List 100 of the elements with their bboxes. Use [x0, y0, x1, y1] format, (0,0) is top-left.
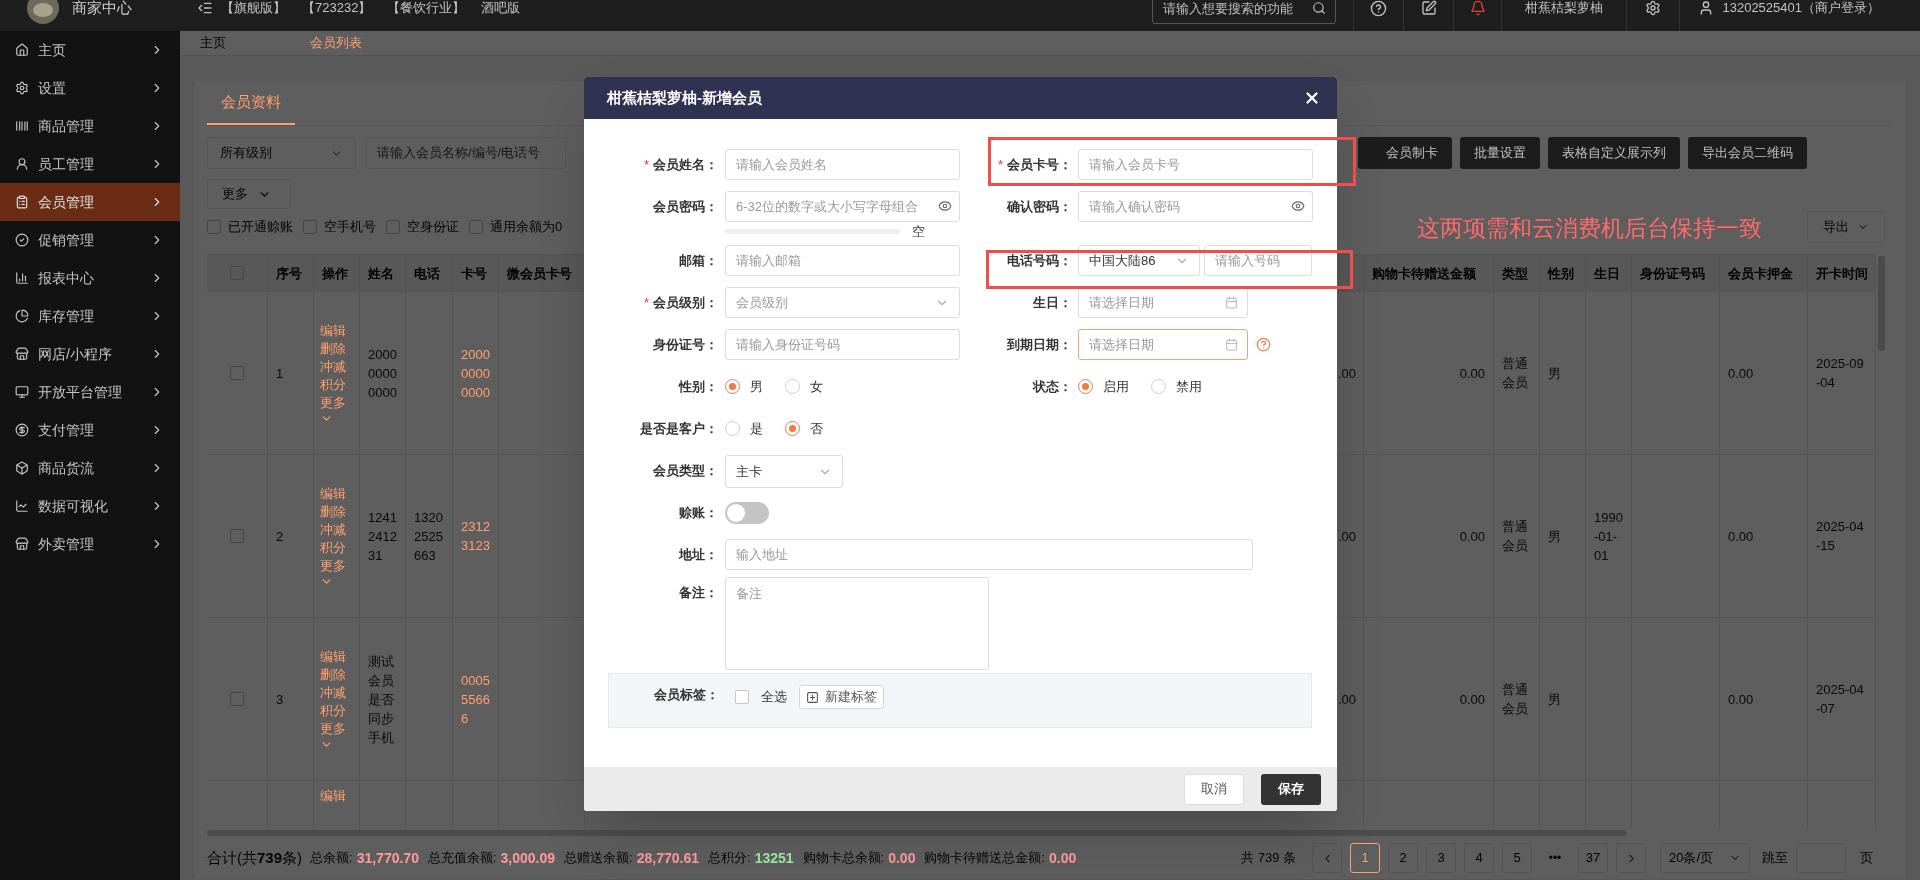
- sidebar-item[interactable]: 开放平台管理: [0, 373, 180, 411]
- eye-icon[interactable]: [938, 199, 952, 213]
- checkbox[interactable]: [386, 220, 400, 234]
- sidebar-item[interactable]: 促销管理: [0, 221, 180, 259]
- sidebar-item[interactable]: 主页: [0, 31, 180, 69]
- checkbox[interactable]: [230, 366, 244, 380]
- calendar-icon[interactable]: [1225, 338, 1238, 351]
- next-page-button[interactable]: [1616, 843, 1646, 873]
- checkbox[interactable]: [469, 220, 483, 234]
- action-link[interactable]: 编辑: [320, 787, 348, 805]
- table-cell: 0.00: [1720, 292, 1808, 454]
- breadcrumb-item[interactable]: 会员列表: [310, 33, 362, 53]
- region-select[interactable]: 中国大陆86: [1078, 245, 1200, 276]
- settings-icon[interactable]: [1645, 0, 1662, 16]
- table-cell: 0.00: [1364, 618, 1494, 780]
- search-field[interactable]: 请输入想要搜索的功能: [1152, 0, 1337, 24]
- address-field[interactable]: 输入地址: [725, 539, 1253, 570]
- save-button[interactable]: 保存: [1261, 773, 1321, 805]
- table-cell: 0.00: [1364, 455, 1494, 617]
- new-tag-button[interactable]: 新建标签: [799, 685, 884, 709]
- sidebar-item[interactable]: 商品管理: [0, 107, 180, 145]
- action-link[interactable]: 删除: [320, 502, 348, 521]
- help-icon[interactable]: [1370, 0, 1388, 17]
- action-link[interactable]: 更多: [320, 719, 348, 738]
- password-field[interactable]: 6-32位的数字或大小写字母组合: [725, 191, 960, 222]
- tab[interactable]: 会员资料: [207, 90, 295, 125]
- field-label: 邮箱：: [679, 251, 718, 270]
- sidebar-item[interactable]: 数据可视化: [0, 487, 180, 525]
- sidebar-item[interactable]: 会员管理: [0, 183, 180, 221]
- sidebar-item[interactable]: 库存管理: [0, 297, 180, 335]
- page-ellipsis[interactable]: •••: [1540, 849, 1570, 867]
- breadcrumb-item[interactable]: 主页: [200, 33, 226, 53]
- member-search-field[interactable]: 请输入会员名称/编号/电话号: [366, 137, 566, 169]
- sidebar-item[interactable]: 网店/小程序: [0, 335, 180, 373]
- page-size-select[interactable]: 20条/页: [1660, 843, 1750, 873]
- action-link[interactable]: 编辑: [320, 484, 348, 503]
- action-link[interactable]: 更多: [320, 393, 348, 412]
- action-link[interactable]: 更多: [320, 556, 348, 575]
- date-field[interactable]: 请选择日期: [1078, 287, 1248, 318]
- sidebar-item[interactable]: 报表中心: [0, 259, 180, 297]
- checkbox[interactable]: [207, 220, 221, 234]
- toolbar-button[interactable]: 表格自定义展示列: [1548, 137, 1680, 169]
- previous-page-button[interactable]: [1312, 843, 1342, 873]
- phone-field[interactable]: 请输入号码: [1204, 245, 1312, 276]
- select-field[interactable]: 主卡: [725, 455, 843, 488]
- action-link[interactable]: 编辑: [320, 647, 348, 666]
- checkbox[interactable]: [230, 692, 244, 706]
- action-link[interactable]: 删除: [320, 339, 348, 358]
- export-button[interactable]: 导出: [1807, 211, 1885, 243]
- page-number[interactable]: 5: [1502, 843, 1532, 873]
- menu-fold-icon[interactable]: [197, 0, 213, 16]
- select-field[interactable]: 会员级别: [725, 287, 960, 318]
- password-field[interactable]: 请输入确认密码: [1078, 191, 1313, 222]
- cancel-button[interactable]: 取消: [1184, 773, 1244, 805]
- action-link[interactable]: 冲减积分: [320, 357, 348, 394]
- page-number[interactable]: 1: [1350, 843, 1380, 873]
- user-account[interactable]: 13202525401（商户登录）: [1722, 0, 1880, 18]
- toggle-switch[interactable]: [725, 501, 769, 524]
- search-icon[interactable]: [1312, 1, 1327, 15]
- calendar-icon[interactable]: [1225, 296, 1238, 309]
- page-number[interactable]: 4: [1464, 843, 1494, 873]
- page-number[interactable]: 37: [1578, 843, 1608, 873]
- action-link[interactable]: 冲减积分: [320, 520, 348, 557]
- sidebar-item[interactable]: 设置: [0, 69, 180, 107]
- store-name[interactable]: 柑蕉桔梨萝柚: [1525, 0, 1604, 18]
- checkbox[interactable]: [303, 220, 317, 234]
- notes-field[interactable]: 备注: [725, 577, 989, 670]
- sidebar-item[interactable]: 支付管理: [0, 411, 180, 449]
- toolbar-button[interactable]: 批量设置: [1460, 137, 1540, 169]
- column-header: 购物卡待赠送金额: [1364, 255, 1494, 291]
- checkbox[interactable]: [230, 529, 244, 543]
- column-header: 姓名: [360, 255, 406, 291]
- cube-icon: [15, 461, 29, 475]
- level-select[interactable]: 所有级别: [207, 137, 356, 169]
- edit-icon[interactable]: [1420, 0, 1437, 16]
- toolbar-button[interactable]: 会员制卡: [1358, 137, 1452, 169]
- field-label: 生日：: [1033, 293, 1072, 312]
- jump-label: 跳至: [1762, 849, 1788, 868]
- page-number[interactable]: 2: [1388, 843, 1418, 873]
- sidebar-item[interactable]: 外卖管理: [0, 525, 180, 563]
- action-link[interactable]: 编辑: [320, 321, 348, 340]
- text-field[interactable]: 请输入身份证号码: [725, 329, 960, 360]
- field-label: 地址：: [679, 545, 718, 564]
- sidebar-item[interactable]: 商品货流: [0, 449, 180, 487]
- text-field[interactable]: 请输入邮箱: [725, 245, 960, 276]
- text-field[interactable]: 请输入会员卡号: [1078, 149, 1313, 180]
- eye-icon[interactable]: [1291, 199, 1305, 213]
- text-field[interactable]: 请输入会员姓名: [725, 149, 960, 180]
- sidebar-item[interactable]: 员工管理: [0, 145, 180, 183]
- toolbar-button[interactable]: 导出会员二维码: [1688, 137, 1807, 169]
- action-link[interactable]: 冲减积分: [320, 683, 348, 720]
- page-number[interactable]: 3: [1426, 843, 1456, 873]
- more-filter-select[interactable]: 更多: [207, 179, 291, 209]
- close-icon[interactable]: [1303, 89, 1321, 107]
- sum-value: 0.00: [888, 848, 916, 868]
- column-header: 序号: [268, 255, 314, 291]
- horizontal-scrollbar[interactable]: [207, 830, 1627, 836]
- action-link[interactable]: 删除: [320, 665, 348, 684]
- bell-icon[interactable]: [1469, 0, 1486, 16]
- date-field[interactable]: 请选择日期: [1078, 329, 1248, 360]
